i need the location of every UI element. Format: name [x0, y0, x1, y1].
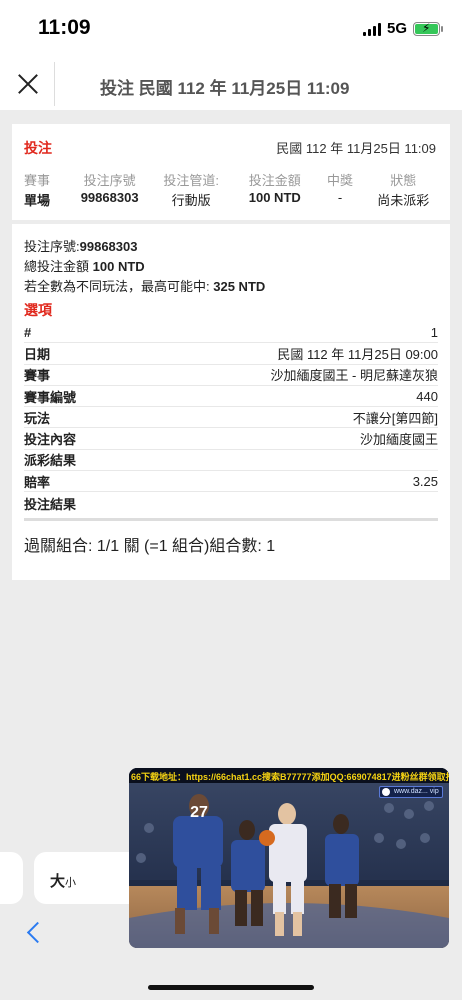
summary-value: 100 NTD	[248, 190, 301, 205]
max-win-label: 若全數為不同玩法，最高可能中:	[24, 279, 210, 294]
table-row: 玩法 不讓分[第四節]	[24, 407, 438, 429]
summary-header: 投注序號	[83, 173, 136, 188]
summary-value: 尚未派彩	[377, 193, 430, 208]
font-size-button[interactable]: 大小	[34, 852, 144, 904]
nav-bar: 投注 民國 112 年 11月25日 11:09	[0, 58, 462, 110]
row-value: 440	[416, 388, 438, 404]
summary-header: 投注管道:	[163, 173, 219, 188]
toolbar-left-button[interactable]	[0, 852, 23, 904]
row-label: 投注內容	[24, 432, 77, 448]
row-label: 日期	[24, 346, 51, 362]
battery-icon: ⚡	[413, 21, 443, 36]
summary-header: 賽事	[24, 173, 51, 188]
video-ticker: 66下载地址：https://66chat1.cc搜索B77777添加QQ:66…	[129, 768, 449, 783]
nav-divider	[54, 62, 55, 106]
font-size-large: 大	[50, 873, 66, 890]
status-time: 11:09	[38, 16, 91, 39]
bet-summary-card: 投注 民國 112 年 11月25日 11:09 賽事 單場 投注序號 9986…	[12, 124, 450, 220]
row-value: 不讓分[第四節]	[352, 410, 438, 426]
back-chevron-icon[interactable]	[26, 920, 42, 948]
serial-line: 投注序號:99868303	[24, 236, 137, 255]
row-value: 沙加緬度國王	[359, 432, 438, 448]
table-row: 賠率 3.25	[24, 471, 438, 493]
summary-col-serial: 投注序號 99868303	[69, 170, 151, 209]
summary-col-amount: 投注金額 100 NTD	[232, 170, 318, 209]
summary-header: 投注金額	[248, 173, 301, 188]
summary-col-event: 賽事 單場	[20, 170, 69, 209]
serial-value: 99868303	[79, 239, 138, 254]
max-win-value: 325 NTD	[213, 279, 266, 294]
summary-value: -	[337, 190, 343, 205]
bet-detail-card: 投注序號:99868303 總投注金額 100 NTD 若全數為不同玩法，最高可…	[12, 224, 450, 580]
amount-line: 總投注金額 100 NTD	[24, 256, 145, 275]
table-row: 投注結果	[24, 492, 438, 513]
summary-col-status: 狀態 尚未派彩	[362, 170, 444, 209]
bet-card-date: 民國 112 年 11月25日 11:09	[276, 141, 436, 156]
table-row: 賽事編號 440	[24, 386, 438, 408]
parlay-summary: 過關組合: 1/1 關 (=1 組合)組合數: 1	[24, 538, 276, 555]
summary-header: 中獎	[327, 173, 354, 188]
options-title: 選項	[24, 302, 52, 318]
row-value: 3.25	[412, 473, 438, 489]
table-row: 派彩結果	[24, 450, 438, 472]
row-label: 派彩結果	[24, 453, 77, 469]
row-label: 玩法	[24, 410, 51, 426]
row-label: #	[24, 324, 32, 340]
summary-value: 行動版	[171, 193, 211, 208]
row-value: 1	[430, 324, 438, 340]
font-size-small: 小	[65, 877, 77, 889]
signal-icon	[362, 22, 381, 36]
table-row: 投注內容 沙加緬度國王	[24, 428, 438, 450]
serial-label: 投注序號:	[24, 239, 80, 254]
video-logo: www.daz... vip	[379, 786, 443, 798]
row-label: 投注結果	[24, 496, 77, 512]
summary-col-win: 中獎 -	[318, 170, 363, 209]
pip-video-player[interactable]: 27 66下载地址：https://66chat1.cc搜索B77777添加QQ…	[129, 768, 449, 948]
row-label: 賠率	[24, 474, 51, 490]
network-label: 5G	[386, 20, 407, 37]
table-row: 日期 民國 112 年 11月25日 09:00	[24, 343, 438, 365]
status-indicators: 5G ⚡	[362, 20, 443, 37]
page-title: 投注 民國 112 年 11月25日 11:09	[100, 79, 350, 98]
logo-text: www.daz... vip	[394, 788, 439, 795]
jersey-number: 27	[190, 804, 208, 821]
summary-value: 99868303	[80, 190, 139, 205]
summary-value: 單場	[24, 193, 51, 208]
summary-col-channel: 投注管道: 行動版	[150, 170, 232, 209]
row-value: 民國 112 年 11月25日 09:00	[277, 346, 438, 362]
table-end-divider	[24, 517, 438, 521]
home-indicator[interactable]	[148, 985, 314, 990]
table-row: 賽事 沙加緬度國王 - 明尼蘇達灰狼	[24, 365, 438, 386]
row-label: 賽事	[24, 368, 51, 384]
amount-value: 100 NTD	[92, 259, 145, 274]
row-label: 賽事編號	[24, 389, 77, 405]
row-value: 沙加緬度國王 - 明尼蘇達灰狼	[270, 368, 438, 384]
summary-header: 狀態	[390, 173, 417, 188]
bet-card-title: 投注	[24, 140, 52, 156]
bet-summary-table: 賽事 單場 投注序號 99868303 投注管道: 行動版 投注金額 100 N…	[20, 170, 444, 209]
table-row: #1	[24, 322, 438, 344]
status-bar: 11:09 5G ⚡	[0, 0, 462, 58]
max-win-line: 若全數為不同玩法，最高可能中: 325 NTD	[24, 276, 265, 295]
amount-label: 總投注金額	[24, 259, 90, 274]
close-icon[interactable]	[14, 70, 42, 98]
options-table: #1 日期 民國 112 年 11月25日 09:00 賽事 沙加緬度國王 - 明尼…	[24, 322, 438, 521]
